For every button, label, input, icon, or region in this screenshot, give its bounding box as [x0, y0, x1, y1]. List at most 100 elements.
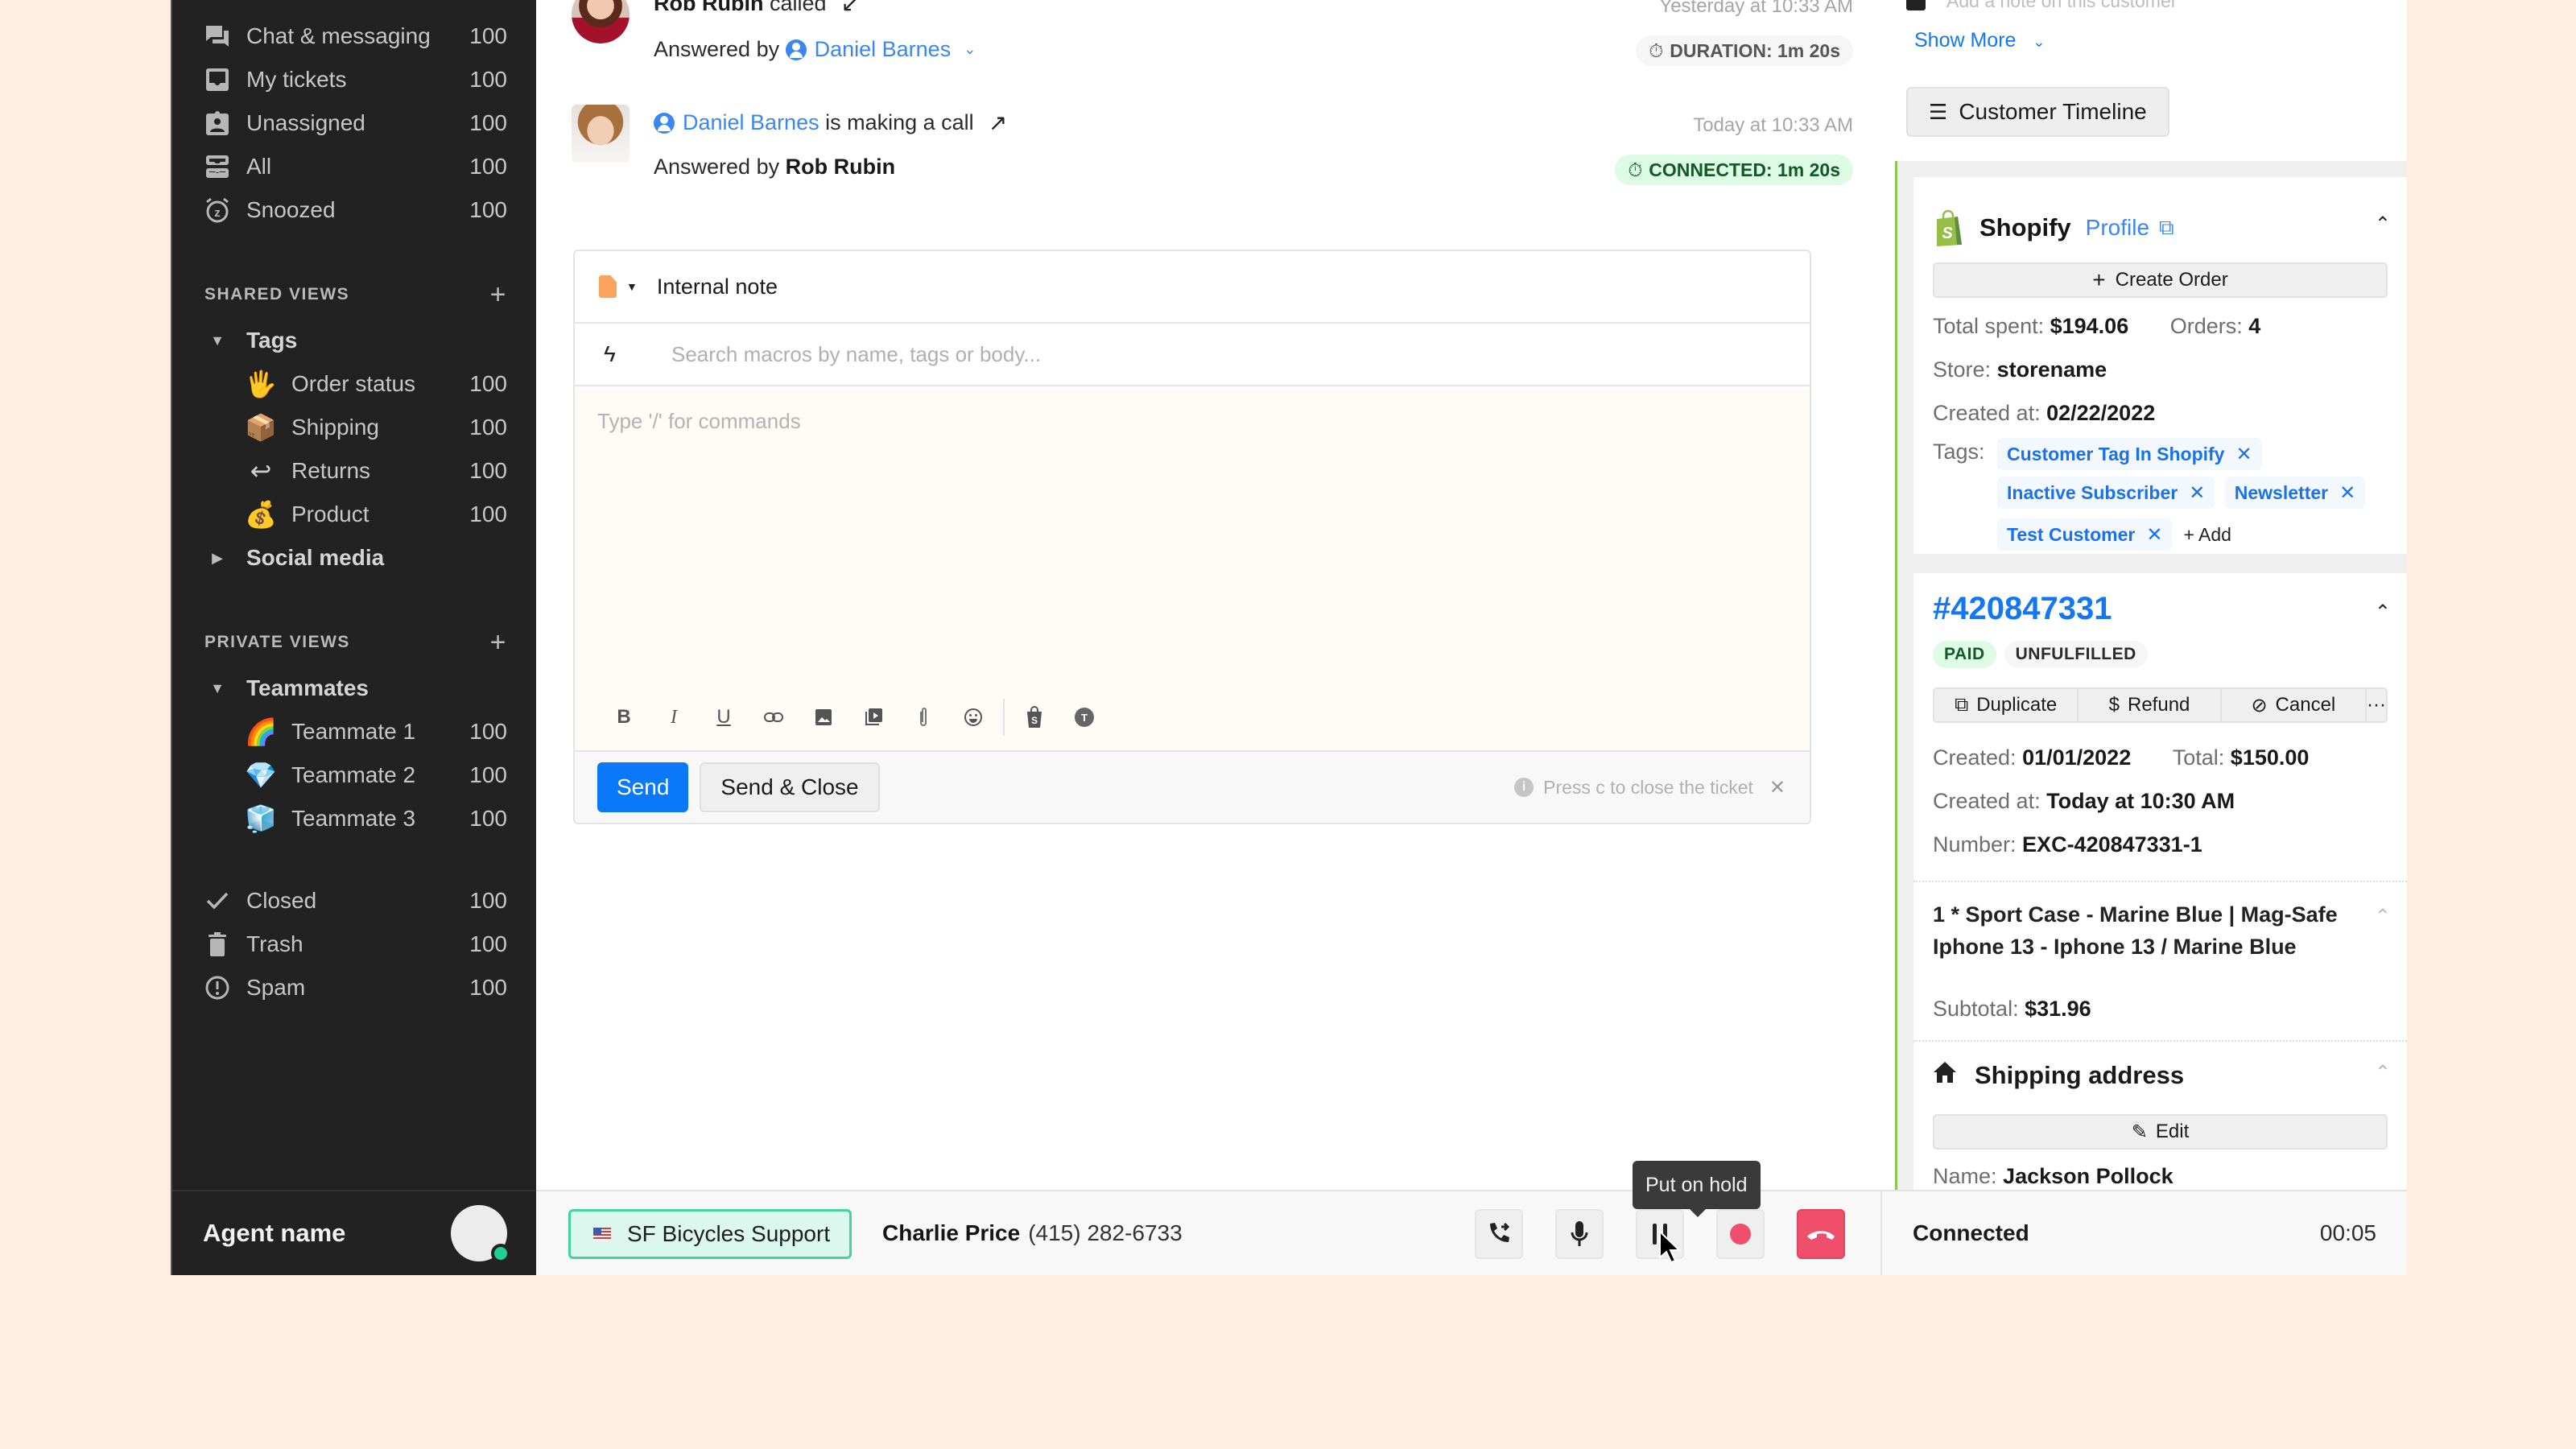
phone-line-badge[interactable]: SF Bicycles Support [568, 1209, 852, 1259]
orders-count-value: 4 [2248, 314, 2261, 338]
stopwatch-icon: ⏱ [1628, 159, 1643, 180]
close-ticket-hint: i Press c to close the ticket ✕ [1514, 776, 1785, 799]
call-status-label: Connected [1913, 1220, 2029, 1245]
remove-tag-icon[interactable]: ✕ [2235, 443, 2252, 466]
collapse-shipping-icon[interactable]: ⌃ [2375, 1061, 2391, 1084]
underline-icon[interactable]: U [699, 700, 749, 735]
order-number-value: EXC-420847331-1 [2022, 832, 2202, 857]
collapse-line-item-icon[interactable]: ⌃ [2375, 905, 2391, 928]
edit-address-button[interactable]: ✎ Edit [1933, 1114, 2388, 1150]
channel-selector[interactable]: ▼ Internal note [575, 251, 1810, 324]
shopify-profile-link[interactable]: Profile [2086, 215, 2149, 241]
ticket-main: Rob Rubin called ↙ Answered by Daniel Ba… [536, 0, 1880, 1190]
sidebar-item-teammate-2[interactable]: 💎 Teammate 2 100 [245, 753, 507, 797]
remove-tag-icon[interactable]: ✕ [2146, 523, 2162, 547]
agent-avatar[interactable] [451, 1205, 510, 1263]
sidebar-group-tags[interactable]: ▼ Tags [201, 319, 507, 362]
sidebar-item-product[interactable]: 💰 Product 100 [245, 493, 507, 536]
sidebar: Chat & messaging 100 My tickets 100 Unas… [171, 0, 536, 1275]
sidebar-item-spam[interactable]: Spam 100 [201, 966, 507, 1009]
image-icon[interactable] [799, 700, 848, 735]
sidebar-item-shipping[interactable]: 📦 Shipping 100 [245, 406, 507, 449]
attachment-icon[interactable] [898, 700, 948, 735]
agent-bar[interactable]: Agent name [172, 1190, 536, 1275]
return-arrow-icon: ↩ [250, 456, 272, 485]
inbox-icon [201, 64, 233, 96]
macro-search-input[interactable] [671, 341, 1810, 367]
sidebar-item-all[interactable]: All 100 [201, 145, 507, 188]
microphone-icon [1571, 1221, 1588, 1246]
duplicate-order-button[interactable]: ⧉ Duplicate [1934, 689, 2079, 721]
tag-chip[interactable]: Test Customer ✕ [1997, 518, 2173, 551]
mute-button[interactable] [1555, 1209, 1604, 1259]
sidebar-group-teammates[interactable]: ▼ Teammates [201, 667, 507, 710]
chat-bubbles-icon [201, 20, 233, 52]
send-and-close-button[interactable]: Send & Close [700, 762, 880, 812]
sidebar-item-teammate-1[interactable]: 🌈 Teammate 1 100 [245, 710, 507, 753]
collapse-shopify-icon[interactable]: ⌃ [2375, 213, 2391, 236]
caret-down-icon: ▼ [210, 679, 225, 696]
cancel-order-button[interactable]: ⊘ Cancel [2222, 689, 2368, 721]
chevron-down-icon: ⌄ [2033, 34, 2046, 50]
sidebar-group-social-media[interactable]: ▶ Social media [201, 536, 507, 580]
order-number-link[interactable]: #420847331 [1933, 591, 2388, 627]
send-button[interactable]: Send [597, 762, 689, 812]
video-icon[interactable] [848, 700, 898, 735]
italic-icon[interactable]: I [649, 700, 699, 735]
shopify-icon[interactable]: S [1009, 700, 1059, 735]
remove-tag-icon[interactable]: ✕ [2339, 481, 2355, 505]
shopify-tags: Customer Tag In Shopify ✕ Inactive Subscr… [1997, 438, 2407, 554]
call-event-outgoing: Daniel Barnes is making a call ↗ Answere… [572, 105, 1853, 193]
caret-down-icon: ▼ [210, 332, 225, 349]
sidebar-item-closed[interactable]: Closed 100 [201, 879, 507, 923]
tag-chip[interactable]: Inactive Subscriber ✕ [1997, 477, 2215, 509]
sidebar-item-trash[interactable]: Trash 100 [201, 923, 507, 966]
sidebar-item-order-status[interactable]: 🖐 Order status 100 [245, 362, 507, 406]
dismiss-hint-button[interactable]: ✕ [1769, 776, 1785, 799]
sidebar-item-my-tickets[interactable]: My tickets 100 [201, 58, 507, 101]
sidebar-item-chat[interactable]: Chat & messaging 100 [201, 14, 507, 58]
caller-agent-link[interactable]: Daniel Barnes [683, 110, 819, 135]
add-shared-view-button[interactable]: + [490, 279, 507, 311]
hold-tooltip: Put on hold [1633, 1161, 1761, 1217]
tag-chip[interactable]: Newsletter ✕ [2224, 477, 2366, 509]
sidebar-item-returns[interactable]: ↩ Returns 100 [245, 449, 507, 493]
tag-chip[interactable]: Customer Tag In Shopify ✕ [1997, 438, 2262, 470]
online-status-indicator [491, 1244, 510, 1263]
create-order-button[interactable]: + Create Order [1933, 262, 2388, 298]
shopify-card: S Shopify Profile ⧉ ⌃ + Create Order Tot… [1913, 177, 2407, 554]
message-body-input[interactable] [597, 409, 1773, 650]
customer-timeline-button[interactable]: ☰ Customer Timeline [1906, 87, 2169, 137]
collapse-order-icon[interactable]: ⌃ [2375, 601, 2391, 624]
bold-icon[interactable]: B [599, 700, 649, 735]
add-tag-button[interactable]: + Add [2183, 524, 2231, 546]
discount-app-icon[interactable]: T [1059, 700, 1109, 735]
caller-info: Charlie Price (415) 282-6733 [882, 1191, 1183, 1275]
sidebar-item-unassigned[interactable]: Unassigned 100 [201, 101, 507, 145]
caller-name[interactable]: Rob Rubin [654, 0, 763, 16]
remove-tag-icon[interactable]: ✕ [2189, 481, 2205, 505]
transfer-call-button[interactable] [1475, 1209, 1523, 1259]
refund-order-button[interactable]: $ Refund [2079, 689, 2222, 721]
caller-avatar [572, 0, 630, 43]
show-more-link[interactable]: Show More ⌄ [1914, 29, 2046, 52]
emoji-icon[interactable] [948, 700, 998, 735]
package-emoji-icon: 📦 [245, 413, 277, 442]
sidebar-item-snoozed[interactable]: z Snoozed 100 [201, 188, 507, 232]
rainbow-emoji-icon: 🌈 [245, 717, 277, 746]
private-views-header: PRIVATE VIEWS + [204, 626, 507, 658]
external-link-icon[interactable]: ⧉ [2159, 215, 2174, 241]
link-icon[interactable] [749, 700, 799, 735]
alert-circle-icon [201, 972, 233, 1004]
record-button[interactable] [1716, 1209, 1765, 1259]
add-private-view-button[interactable]: + [490, 627, 507, 658]
customer-note-field[interactable]: Add a note on this customer [1906, 0, 2177, 12]
sidebar-item-teammate-3[interactable]: 🧊 Teammate 3 100 [245, 797, 507, 840]
incoming-call-arrow-icon: ↙ [840, 0, 860, 16]
integrations-panel: S Shopify Profile ⧉ ⌃ + Create Order Tot… [1895, 161, 2407, 1190]
answered-by-agent-link[interactable]: Daniel Barnes [815, 37, 952, 62]
chevron-down-icon[interactable]: ⌄ [964, 41, 976, 58]
toolbar-divider [1003, 699, 1005, 736]
hang-up-button[interactable] [1797, 1209, 1845, 1259]
more-actions-button[interactable]: ··· [2367, 689, 2386, 721]
